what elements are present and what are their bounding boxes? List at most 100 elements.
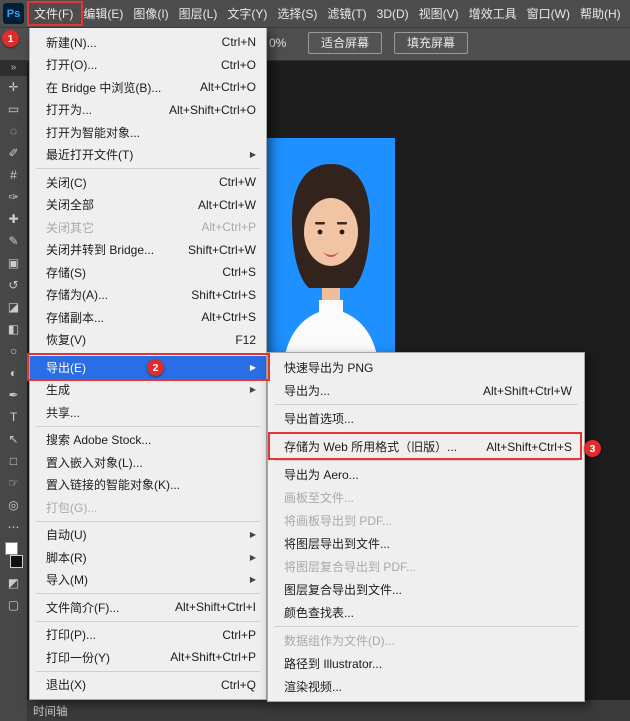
- menubar-item[interactable]: 图像(I): [128, 0, 173, 27]
- crop-tool-icon[interactable]: #: [0, 164, 27, 186]
- fill-screen-button[interactable]: 填充屏幕: [394, 32, 469, 54]
- export-menu-separator: [274, 626, 578, 627]
- menu-bar-items: 文件(F) 编辑(E) 图像(I) 图层(L) 文字(Y) 选择(S) 滤镜(T) 3D(D)…: [29, 0, 626, 27]
- file-menu-item[interactable]: 退出(X) Ctrl+Q: [30, 674, 266, 697]
- export-menu-item[interactable]: 导出为 Aero...: [268, 463, 584, 486]
- document-canvas[interactable]: [267, 138, 395, 368]
- file-menu-item-label: 打开为...: [46, 103, 93, 118]
- menubar-item[interactable]: 增效工具: [464, 0, 522, 27]
- healing-brush-tool-icon[interactable]: ✚: [0, 208, 27, 230]
- hand-tool-icon[interactable]: ☞: [0, 472, 27, 494]
- foreground-color-swatch[interactable]: [4, 542, 18, 555]
- file-menu-item-shortcut: Ctrl+P: [222, 627, 256, 642]
- brush-tool-icon[interactable]: ✎: [0, 230, 27, 252]
- zoom-value-field[interactable]: 0%: [269, 36, 286, 50]
- menubar-item[interactable]: 文字(Y): [222, 0, 272, 27]
- photoshop-logo: Ps: [3, 3, 24, 24]
- fit-screen-button[interactable]: 适合屏幕: [308, 32, 383, 54]
- quick-selection-tool-icon[interactable]: ✐: [0, 142, 27, 164]
- file-menu-item-label: 新建(N)...: [46, 35, 97, 50]
- file-menu-item[interactable]: 存储副本... Alt+Ctrl+S: [30, 306, 266, 329]
- file-menu-item[interactable]: 关闭全部 Alt+Ctrl+W: [30, 194, 266, 217]
- menubar-item[interactable]: 3D(D): [372, 0, 414, 27]
- menubar-item[interactable]: 滤镜(T): [322, 0, 371, 27]
- file-menu-item[interactable]: 置入链接的智能对象(K)...: [30, 474, 266, 497]
- file-menu-item-shortcut: Alt+Ctrl+O: [199, 80, 256, 95]
- export-menu-item[interactable]: 颜色查找表...: [268, 601, 584, 624]
- export-menu-item[interactable]: 将图层导出到文件...: [268, 532, 584, 555]
- eyedropper-tool-icon[interactable]: ✑: [0, 186, 27, 208]
- file-menu-item[interactable]: 文件简介(F)... Alt+Shift+Ctrl+I: [30, 596, 266, 619]
- zoom-tool-icon[interactable]: ◎: [0, 494, 27, 516]
- path-selection-tool-icon[interactable]: ↖: [0, 428, 27, 450]
- export-menu-item[interactable]: 导出首选项...: [268, 407, 584, 430]
- file-menu-item[interactable]: 自动(U) ▶: [30, 524, 266, 547]
- file-menu-item: 打包(G)...: [30, 496, 266, 519]
- lasso-tool-icon[interactable]: ◌: [0, 120, 27, 142]
- file-menu-item[interactable]: 打开(O)... Ctrl+O: [30, 54, 266, 77]
- submenu-arrow-icon: ▶: [249, 575, 256, 585]
- export-menu-item-label: 快速导出为 PNG: [284, 361, 374, 375]
- menubar-item[interactable]: 编辑(E): [78, 0, 128, 27]
- edit-toolbar-icon[interactable]: ⋯: [0, 516, 27, 538]
- file-menu-item[interactable]: 生成 ▶: [30, 379, 266, 402]
- pen-tool-icon[interactable]: ✒: [0, 384, 27, 406]
- step-1-highlight-box: [27, 1, 83, 26]
- file-menu-item-shortcut: Shift+Ctrl+W: [187, 242, 256, 257]
- eraser-tool-icon[interactable]: ◪: [0, 296, 27, 318]
- file-menu-item[interactable]: 打开为智能对象...: [30, 121, 266, 144]
- file-menu-item[interactable]: 存储(S) Ctrl+S: [30, 261, 266, 284]
- menubar-item[interactable]: 选择(S): [272, 0, 322, 27]
- export-menu-item[interactable]: 路径到 Illustrator...: [268, 652, 584, 675]
- collapse-panel-icon[interactable]: »: [0, 60, 27, 76]
- menubar-item[interactable]: 帮助(H): [575, 0, 626, 27]
- export-menu-item: 数据组作为文件(D)...: [268, 629, 584, 652]
- file-menu-item[interactable]: 脚本(R) ▶: [30, 546, 266, 569]
- export-menu-item[interactable]: 导出为... Alt+Shift+Ctrl+W: [268, 379, 584, 402]
- file-menu-item-label: 打开(O)...: [46, 58, 98, 73]
- menubar-item[interactable]: 窗口(W): [522, 0, 575, 27]
- type-tool-icon[interactable]: T: [0, 406, 27, 428]
- file-menu-item-shortcut: F12: [235, 332, 256, 347]
- file-menu-item[interactable]: 关闭(C) Ctrl+W: [30, 171, 266, 194]
- file-menu-item[interactable]: 在 Bridge 中浏览(B)... Alt+Ctrl+O: [30, 76, 266, 99]
- file-menu-item[interactable]: 导入(M) ▶: [30, 569, 266, 592]
- export-menu-item[interactable]: 快速导出为 PNG: [268, 356, 584, 379]
- file-menu-item[interactable]: 搜索 Adobe Stock...: [30, 429, 266, 452]
- timeline-tab[interactable]: 时间轴: [27, 703, 68, 719]
- menubar-item[interactable]: 图层(L): [174, 0, 223, 27]
- blur-tool-icon[interactable]: ○: [0, 340, 27, 362]
- file-menu-item[interactable]: 新建(N)... Ctrl+N: [30, 31, 266, 54]
- color-swatches[interactable]: [4, 542, 23, 568]
- shape-tool-icon[interactable]: □: [0, 450, 27, 472]
- file-menu-separator: [36, 520, 260, 522]
- file-menu-item-label: 关闭(C): [46, 175, 87, 190]
- step-3-badge: 3: [584, 440, 601, 457]
- file-menu-item[interactable]: 存储为(A)... Shift+Ctrl+S: [30, 284, 266, 307]
- file-menu-item-shortcut: Ctrl+O: [220, 57, 256, 72]
- background-color-swatch[interactable]: [9, 555, 23, 568]
- file-menu-item[interactable]: 打印(P)... Ctrl+P: [30, 624, 266, 647]
- file-menu-item[interactable]: 最近打开文件(T) ▶: [30, 144, 266, 167]
- export-menu-item[interactable]: 渲染视频...: [268, 675, 584, 698]
- menubar-item[interactable]: 视图(V): [414, 0, 464, 27]
- file-menu-item[interactable]: 恢复(V) F12: [30, 329, 266, 352]
- marquee-tool-icon[interactable]: ▭: [0, 98, 27, 120]
- gradient-tool-icon[interactable]: ◧: [0, 318, 27, 340]
- clone-stamp-tool-icon[interactable]: ▣: [0, 252, 27, 274]
- file-menu-item[interactable]: 打印一份(Y) Alt+Shift+Ctrl+P: [30, 646, 266, 669]
- history-brush-tool-icon[interactable]: ↺: [0, 274, 27, 296]
- file-menu-item[interactable]: 打开为... Alt+Shift+Ctrl+O: [30, 99, 266, 122]
- id-photo: [267, 138, 395, 368]
- dodge-tool-icon[interactable]: ◐: [0, 362, 27, 384]
- file-menu-item[interactable]: 关闭并转到 Bridge... Shift+Ctrl+W: [30, 239, 266, 262]
- export-menu-item[interactable]: 图层复合导出到文件...: [268, 578, 584, 601]
- file-menu-item-label: 最近打开文件(T): [46, 148, 134, 163]
- screen-mode-icon[interactable]: ▢: [0, 594, 27, 616]
- file-menu-item-shortcut: Alt+Ctrl+W: [197, 197, 256, 212]
- move-tool-icon[interactable]: ✛: [0, 76, 27, 98]
- file-menu-item[interactable]: 置入嵌入对象(L)...: [30, 451, 266, 474]
- file-menu-item-label: 生成: [46, 383, 71, 398]
- file-menu-item[interactable]: 共享...: [30, 401, 266, 424]
- quick-mask-icon[interactable]: ◩: [0, 572, 27, 594]
